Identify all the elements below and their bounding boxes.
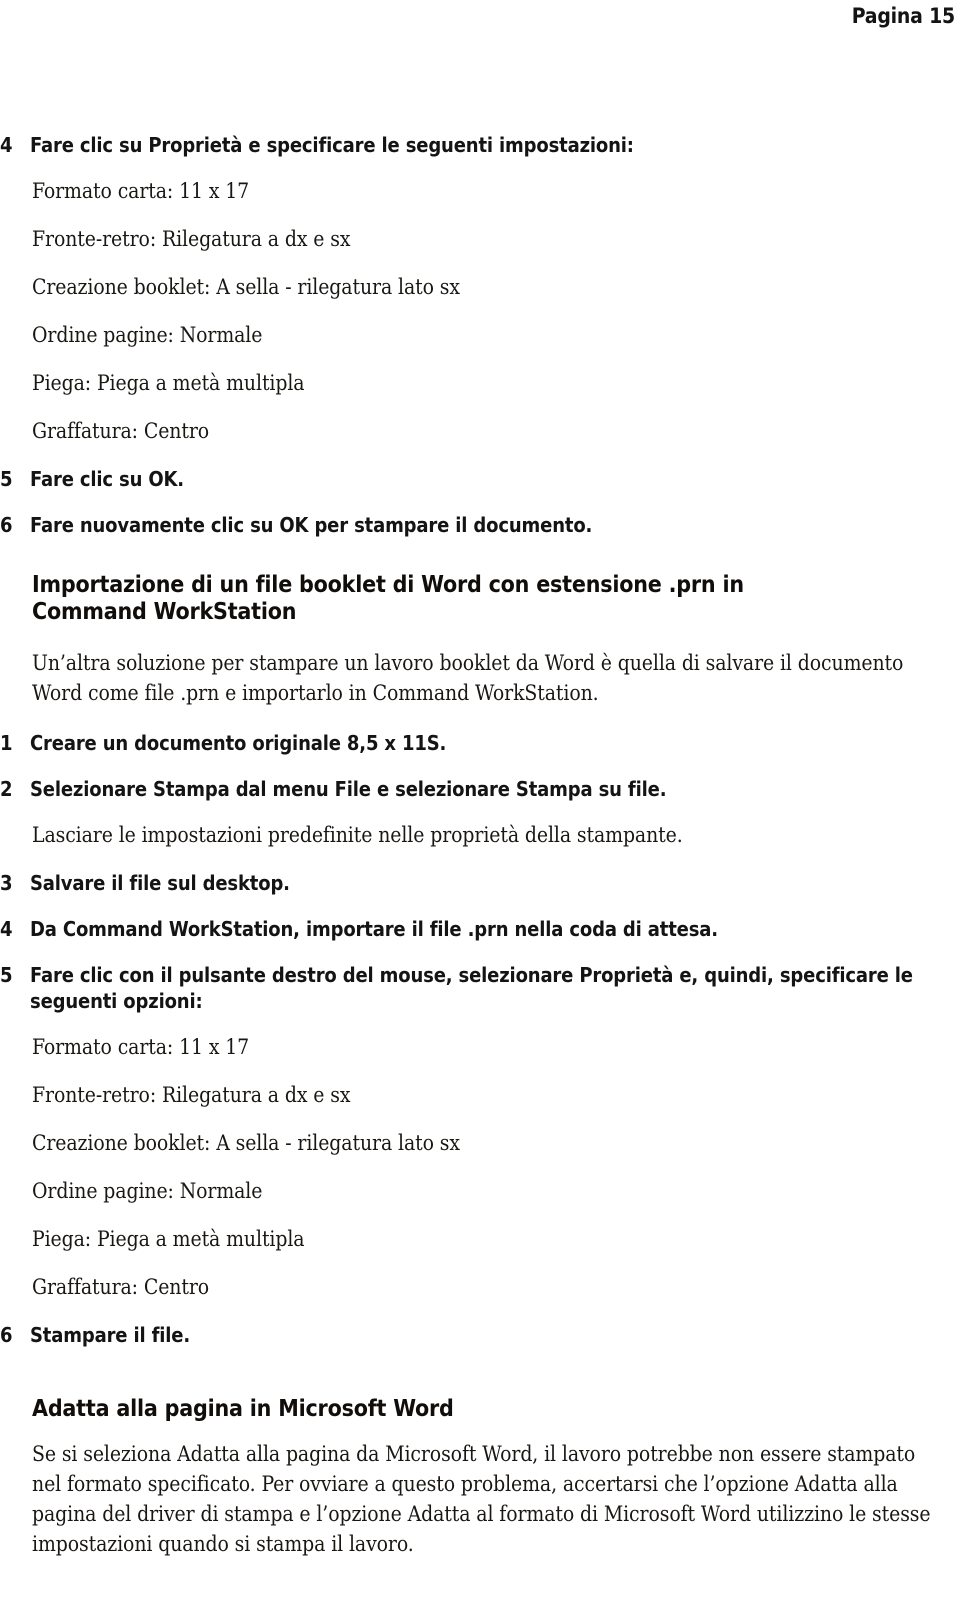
step-text: Fare nuovamente clic su OK per stampare … (30, 513, 593, 537)
step-number: 3 (0, 871, 13, 895)
step-note: Lasciare le impostazioni predefinite nel… (32, 823, 683, 847)
step-text: Salvare il file sul desktop. (30, 871, 290, 895)
setting-line: Formato carta: 11 x 17 (32, 179, 250, 203)
setting-line: Ordine pagine: Normale (32, 1179, 263, 1203)
setting-line: Creazione booklet: A sella - rilegatura … (32, 275, 460, 299)
step-number: 4 (0, 133, 13, 157)
step-number: 6 (0, 1323, 13, 1347)
step-item: 2 Selezionare Stampa dal menu File e sel… (0, 776, 940, 802)
step-item: 5 Fare clic su OK. (0, 466, 940, 492)
step-number: 5 (0, 467, 13, 491)
step-item: 4 Fare clic su Proprietà e specificare l… (0, 132, 940, 158)
step-number: 5 (0, 963, 13, 987)
setting-line: Piega: Piega a metà multipla (32, 371, 305, 395)
step-text: Fare clic su Proprietà e specificare le … (30, 133, 634, 157)
setting-line: Creazione booklet: A sella - rilegatura … (32, 1131, 460, 1155)
setting-line: Formato carta: 11 x 17 (32, 1035, 250, 1059)
step-text: Da Command WorkStation, importare il fil… (30, 917, 718, 941)
step-item: 6 Fare nuovamente clic su OK per stampar… (0, 512, 940, 538)
adatta-paragraph: Se si seleziona Adatta alla pagina da Mi… (32, 1442, 931, 1556)
page-header-label: Pagina 15 (851, 4, 955, 28)
setting-line: Piega: Piega a metà multipla (32, 1227, 305, 1251)
setting-line: Fronte-retro: Rilegatura a dx e sx (32, 1083, 351, 1107)
section-heading-importazione: Importazione di un file booklet di Word … (32, 572, 744, 625)
step-text: Fare clic su OK. (30, 467, 184, 491)
setting-line: Ordine pagine: Normale (32, 323, 263, 347)
setting-line: Graffatura: Centro (32, 1275, 210, 1299)
step-number: 2 (0, 777, 13, 801)
step-item: 6 Stampare il file. (0, 1322, 940, 1348)
document-page: Pagina 15 4 Fare clic su Proprietà e spe… (0, 0, 960, 1598)
step-item: 3 Salvare il file sul desktop. (0, 870, 940, 896)
section-heading-adatta: Adatta alla pagina in Microsoft Word (32, 1396, 454, 1422)
step-item: 4 Da Command WorkStation, importare il f… (0, 916, 940, 942)
step-text: Selezionare Stampa dal menu File e selez… (30, 777, 667, 801)
intro-paragraph: Un’altra soluzione per stampare un lavor… (32, 651, 904, 705)
setting-line: Fronte-retro: Rilegatura a dx e sx (32, 227, 351, 251)
step-item: 1 Creare un documento originale 8,5 x 11… (0, 730, 940, 756)
step-number: 4 (0, 917, 13, 941)
step-text: Creare un documento originale 8,5 x 11S. (30, 731, 447, 755)
setting-line: Graffatura: Centro (32, 419, 210, 443)
step-text: Stampare il file. (30, 1323, 191, 1347)
step-item: 5 Fare clic con il pulsante destro del m… (0, 962, 940, 1014)
step-number: 6 (0, 513, 13, 537)
document-content: 4 Fare clic su Proprietà e specificare l… (0, 132, 940, 1581)
step-text: Fare clic con il pulsante destro del mou… (30, 963, 913, 1013)
step-number: 1 (0, 731, 13, 755)
